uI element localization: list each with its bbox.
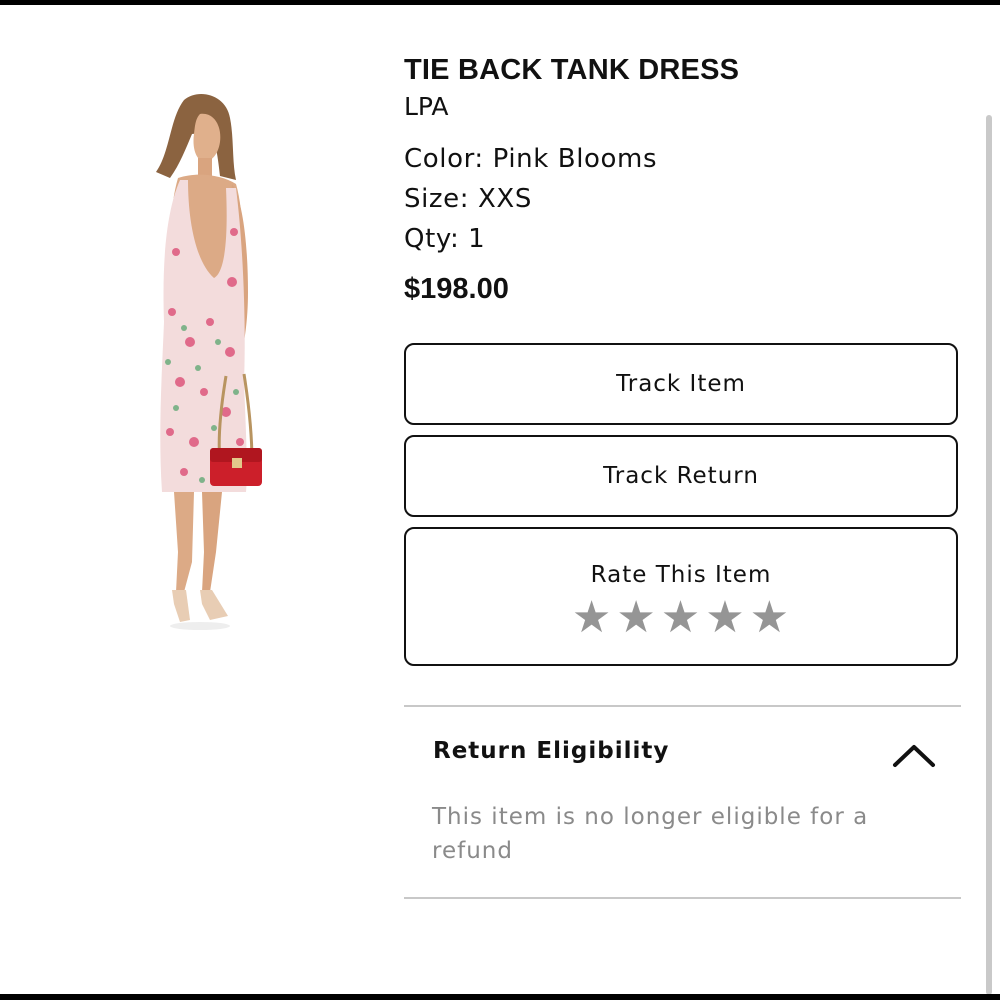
product-qty: Qty: 1	[404, 224, 486, 254]
product-size: Size: XXS	[404, 184, 532, 214]
bottom-border	[0, 994, 1000, 1000]
section-divider-top	[404, 705, 961, 707]
product-brand: LPA	[404, 92, 449, 121]
product-price: $198.00	[404, 273, 509, 305]
rate-item-panel: Rate This Item ★ ★ ★ ★ ★	[404, 527, 958, 666]
track-item-button[interactable]: Track Item	[404, 343, 958, 425]
rate-item-label: Rate This Item	[590, 562, 772, 588]
star-icon[interactable]: ★	[572, 595, 612, 641]
rating-stars[interactable]: ★ ★ ★ ★ ★	[406, 595, 956, 641]
track-return-button[interactable]: Track Return	[404, 435, 958, 517]
return-eligibility-message: This item is no longer eligible for a re…	[432, 804, 869, 864]
star-icon[interactable]: ★	[750, 595, 790, 641]
scrollbar[interactable]	[986, 115, 992, 995]
chevron-up-icon[interactable]	[892, 742, 936, 768]
section-divider-bottom	[404, 897, 961, 899]
star-icon[interactable]: ★	[661, 595, 701, 641]
product-image	[156, 94, 262, 630]
top-border	[0, 0, 1000, 5]
star-icon[interactable]: ★	[616, 595, 656, 641]
product-color: Color: Pink Blooms	[404, 144, 658, 174]
return-eligibility-title[interactable]: Return Eligibility	[433, 738, 669, 764]
product-title: TIE BACK TANK DRESS	[404, 54, 740, 86]
product-details: TIE BACK TANK DRESS LPA Color: Pink Bloo…	[404, 52, 964, 307]
star-icon[interactable]: ★	[705, 595, 745, 641]
